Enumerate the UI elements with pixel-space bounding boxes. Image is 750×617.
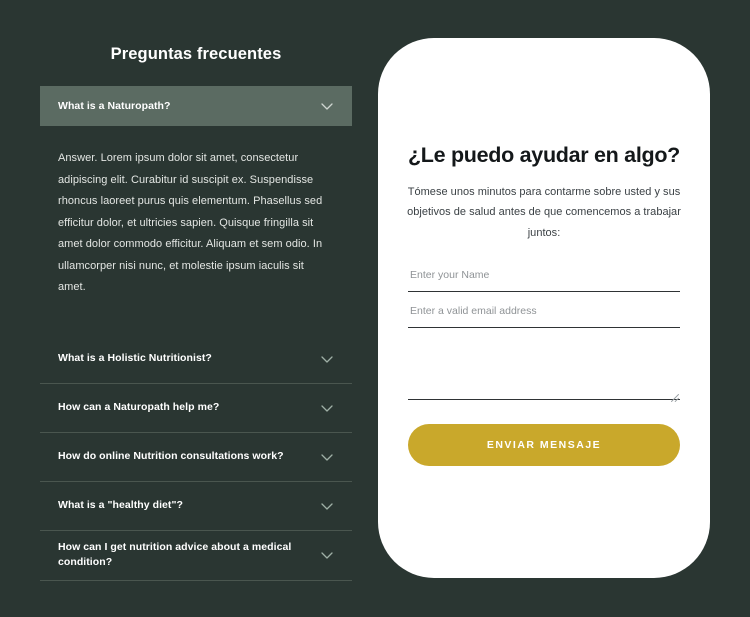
faq-item-2: How can a Naturopath help me? [40,384,352,433]
chevron-down-icon [318,546,336,564]
faq-question-toggle-3[interactable]: How do online Nutrition consultations wo… [40,433,352,481]
email-field-wrap [408,299,680,328]
name-field-wrap [408,263,680,292]
chevron-down-icon [318,97,336,115]
page-root: Preguntas frecuentes What is a Naturopat… [0,0,750,617]
faq-section: Preguntas frecuentes What is a Naturopat… [40,44,352,581]
faq-question-toggle-0[interactable]: What is a Naturopath? [40,86,352,127]
faq-item-3: How do online Nutrition consultations wo… [40,433,352,482]
contact-form-subtitle: Tómese unos minutos para contarme sobre … [407,185,681,239]
faq-question-label-3: How do online Nutrition consultations wo… [58,449,284,462]
name-input[interactable] [408,263,680,292]
faq-item-1: What is a Holistic Nutritionist? [40,335,352,384]
field-spacer [400,292,688,300]
email-input[interactable] [408,299,680,328]
faq-spacer [40,299,352,335]
faq-question-toggle-1[interactable]: What is a Holistic Nutritionist? [40,335,352,383]
submit-button-wrap: ENVIAR MENSAJE [400,400,688,466]
faq-divider [40,580,352,581]
chevron-down-icon [318,350,336,368]
contact-form-inner: ¿Le puedo ayudar en algo? Tómese unos mi… [400,38,688,466]
faq-question-label-4: What is a "healthy diet"? [58,498,183,511]
faq-question-label-2: How can a Naturopath help me? [58,400,220,413]
chevron-down-icon [318,448,336,466]
faq-question-toggle-5[interactable]: How can I get nutrition advice about a m… [40,531,352,581]
message-textarea[interactable] [408,335,680,400]
faq-answer-text-0: Answer. Lorem ipsum dolor sit amet, cons… [58,152,323,294]
faq-question-toggle-4[interactable]: What is a "healthy diet"? [40,482,352,530]
message-field-wrap [408,335,680,402]
chevron-down-icon [318,399,336,417]
faq-answer-panel-0: Answer. Lorem ipsum dolor sit amet, cons… [40,126,352,298]
faq-question-label-0: What is a Naturopath? [58,99,171,112]
faq-question-toggle-2[interactable]: How can a Naturopath help me? [40,384,352,432]
send-message-button[interactable]: ENVIAR MENSAJE [408,423,680,466]
faq-item-0: What is a Naturopath? Answer. Lorem ipsu… [40,86,352,298]
faq-section-title: Preguntas frecuentes [110,45,282,63]
contact-form-fields [400,243,688,402]
contact-form-card: ¿Le puedo ayudar en algo? Tómese unos mi… [378,38,710,578]
chevron-down-icon [318,497,336,515]
faq-question-label-5: How can I get nutrition advice about a m… [58,540,292,569]
faq-item-4: What is a "healthy diet"? [40,482,352,531]
faq-item-5: How can I get nutrition advice about a m… [40,531,352,581]
contact-form-title: ¿Le puedo ayudar en algo? [407,143,681,167]
faq-question-label-1: What is a Holistic Nutritionist? [58,351,212,364]
